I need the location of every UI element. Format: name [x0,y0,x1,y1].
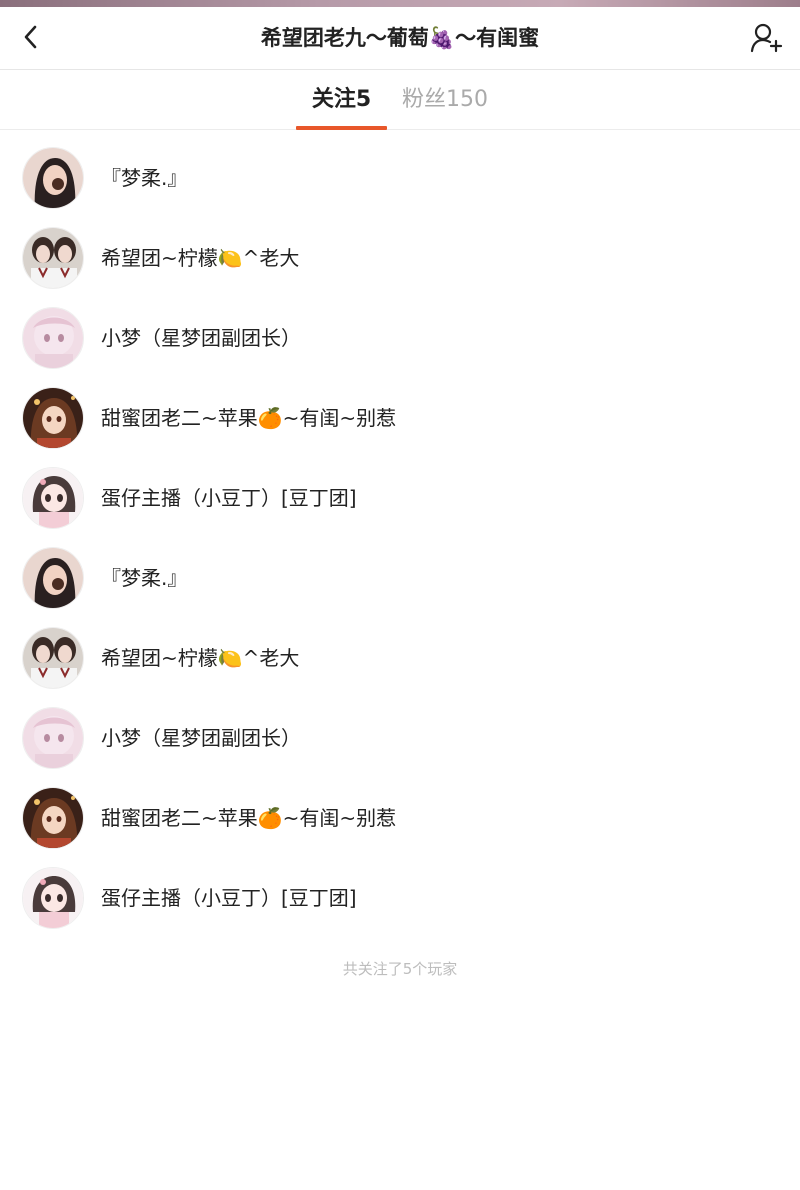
list-item[interactable]: 甜蜜团老二~苹果🍊~有闺~别惹 [0,778,800,858]
list-item[interactable]: 希望团~柠檬🍋^老大 [0,618,800,698]
following-count-note: 共关注了5个玩家 [342,960,458,978]
follow-tabs: 关注5 粉丝150 [0,70,800,130]
avatar [22,467,84,529]
chibi-girl-avatar-icon [23,468,83,528]
page-title: 希望团老九～葡萄🍇～有闺蜜 [260,26,540,50]
user-name: 小梦（星梦团副团长） [101,726,301,750]
two-girls-avatar-icon [23,228,83,288]
tab-following-label: 关注 [311,87,356,112]
list-item[interactable]: 蛋仔主播（小豆丁）[豆丁团] [0,458,800,538]
top-nav-bar: 希望团老九～葡萄🍇～有闺蜜 [0,7,800,70]
avatar [22,387,84,449]
tab-followers[interactable]: 粉丝150 [402,70,488,129]
avatar [22,547,84,609]
tab-followers-count: 150 [446,87,489,112]
user-name: 『梦柔.』 [101,566,188,590]
avatar [22,707,84,769]
list-item[interactable]: 希望团~柠檬🍋^老大 [0,218,800,298]
chibi-girl-avatar-icon [23,868,83,928]
tab-following[interactable]: 关注5 [296,70,387,129]
avatar [22,227,84,289]
user-name: 蛋仔主播（小豆丁）[豆丁团] [101,486,357,510]
brown-hair-anime-avatar-icon [23,388,83,448]
avatar [22,627,84,689]
following-list: 『梦柔.』 希望团~柠檬🍋^老大 小梦（星梦团副团长） 甜蜜团老二~苹果🍊~有闺… [0,138,800,938]
user-name: 希望团~柠檬🍋^老大 [101,246,300,270]
list-item[interactable]: 『梦柔.』 [0,138,800,218]
pink-anime-avatar-icon [23,708,83,768]
tab-followers-label: 粉丝 [402,87,447,112]
girl-dark-hair-avatar-icon [23,548,83,608]
list-item[interactable]: 甜蜜团老二~苹果🍊~有闺~别惹 [0,378,800,458]
user-name: 小梦（星梦团副团长） [101,326,301,350]
tab-following-count: 5 [355,87,372,112]
avatar [22,867,84,929]
back-button[interactable] [14,19,50,55]
list-item[interactable]: 小梦（星梦团副团长） [0,698,800,778]
active-tab-indicator [296,126,387,130]
user-name: 希望团~柠檬🍋^老大 [101,646,300,670]
two-girls-avatar-icon [23,628,83,688]
user-name: 蛋仔主播（小豆丁）[豆丁团] [101,886,357,910]
girl-dark-hair-avatar-icon [23,148,83,208]
avatar [22,147,84,209]
avatar [22,787,84,849]
add-user-button[interactable] [748,19,786,57]
user-name: 甜蜜团老二~苹果🍊~有闺~别惹 [101,806,397,830]
list-item[interactable]: 蛋仔主播（小豆丁）[豆丁团] [0,858,800,938]
chevron-left-icon [24,25,37,49]
list-item[interactable]: 小梦（星梦团副团长） [0,298,800,378]
list-item[interactable]: 『梦柔.』 [0,538,800,618]
user-name: 『梦柔.』 [101,166,188,190]
brown-hair-anime-avatar-icon [23,788,83,848]
pink-anime-avatar-icon [23,308,83,368]
status-bar [0,0,800,7]
add-user-icon [750,23,783,53]
user-name: 甜蜜团老二~苹果🍊~有闺~别惹 [101,406,397,430]
avatar [22,307,84,369]
